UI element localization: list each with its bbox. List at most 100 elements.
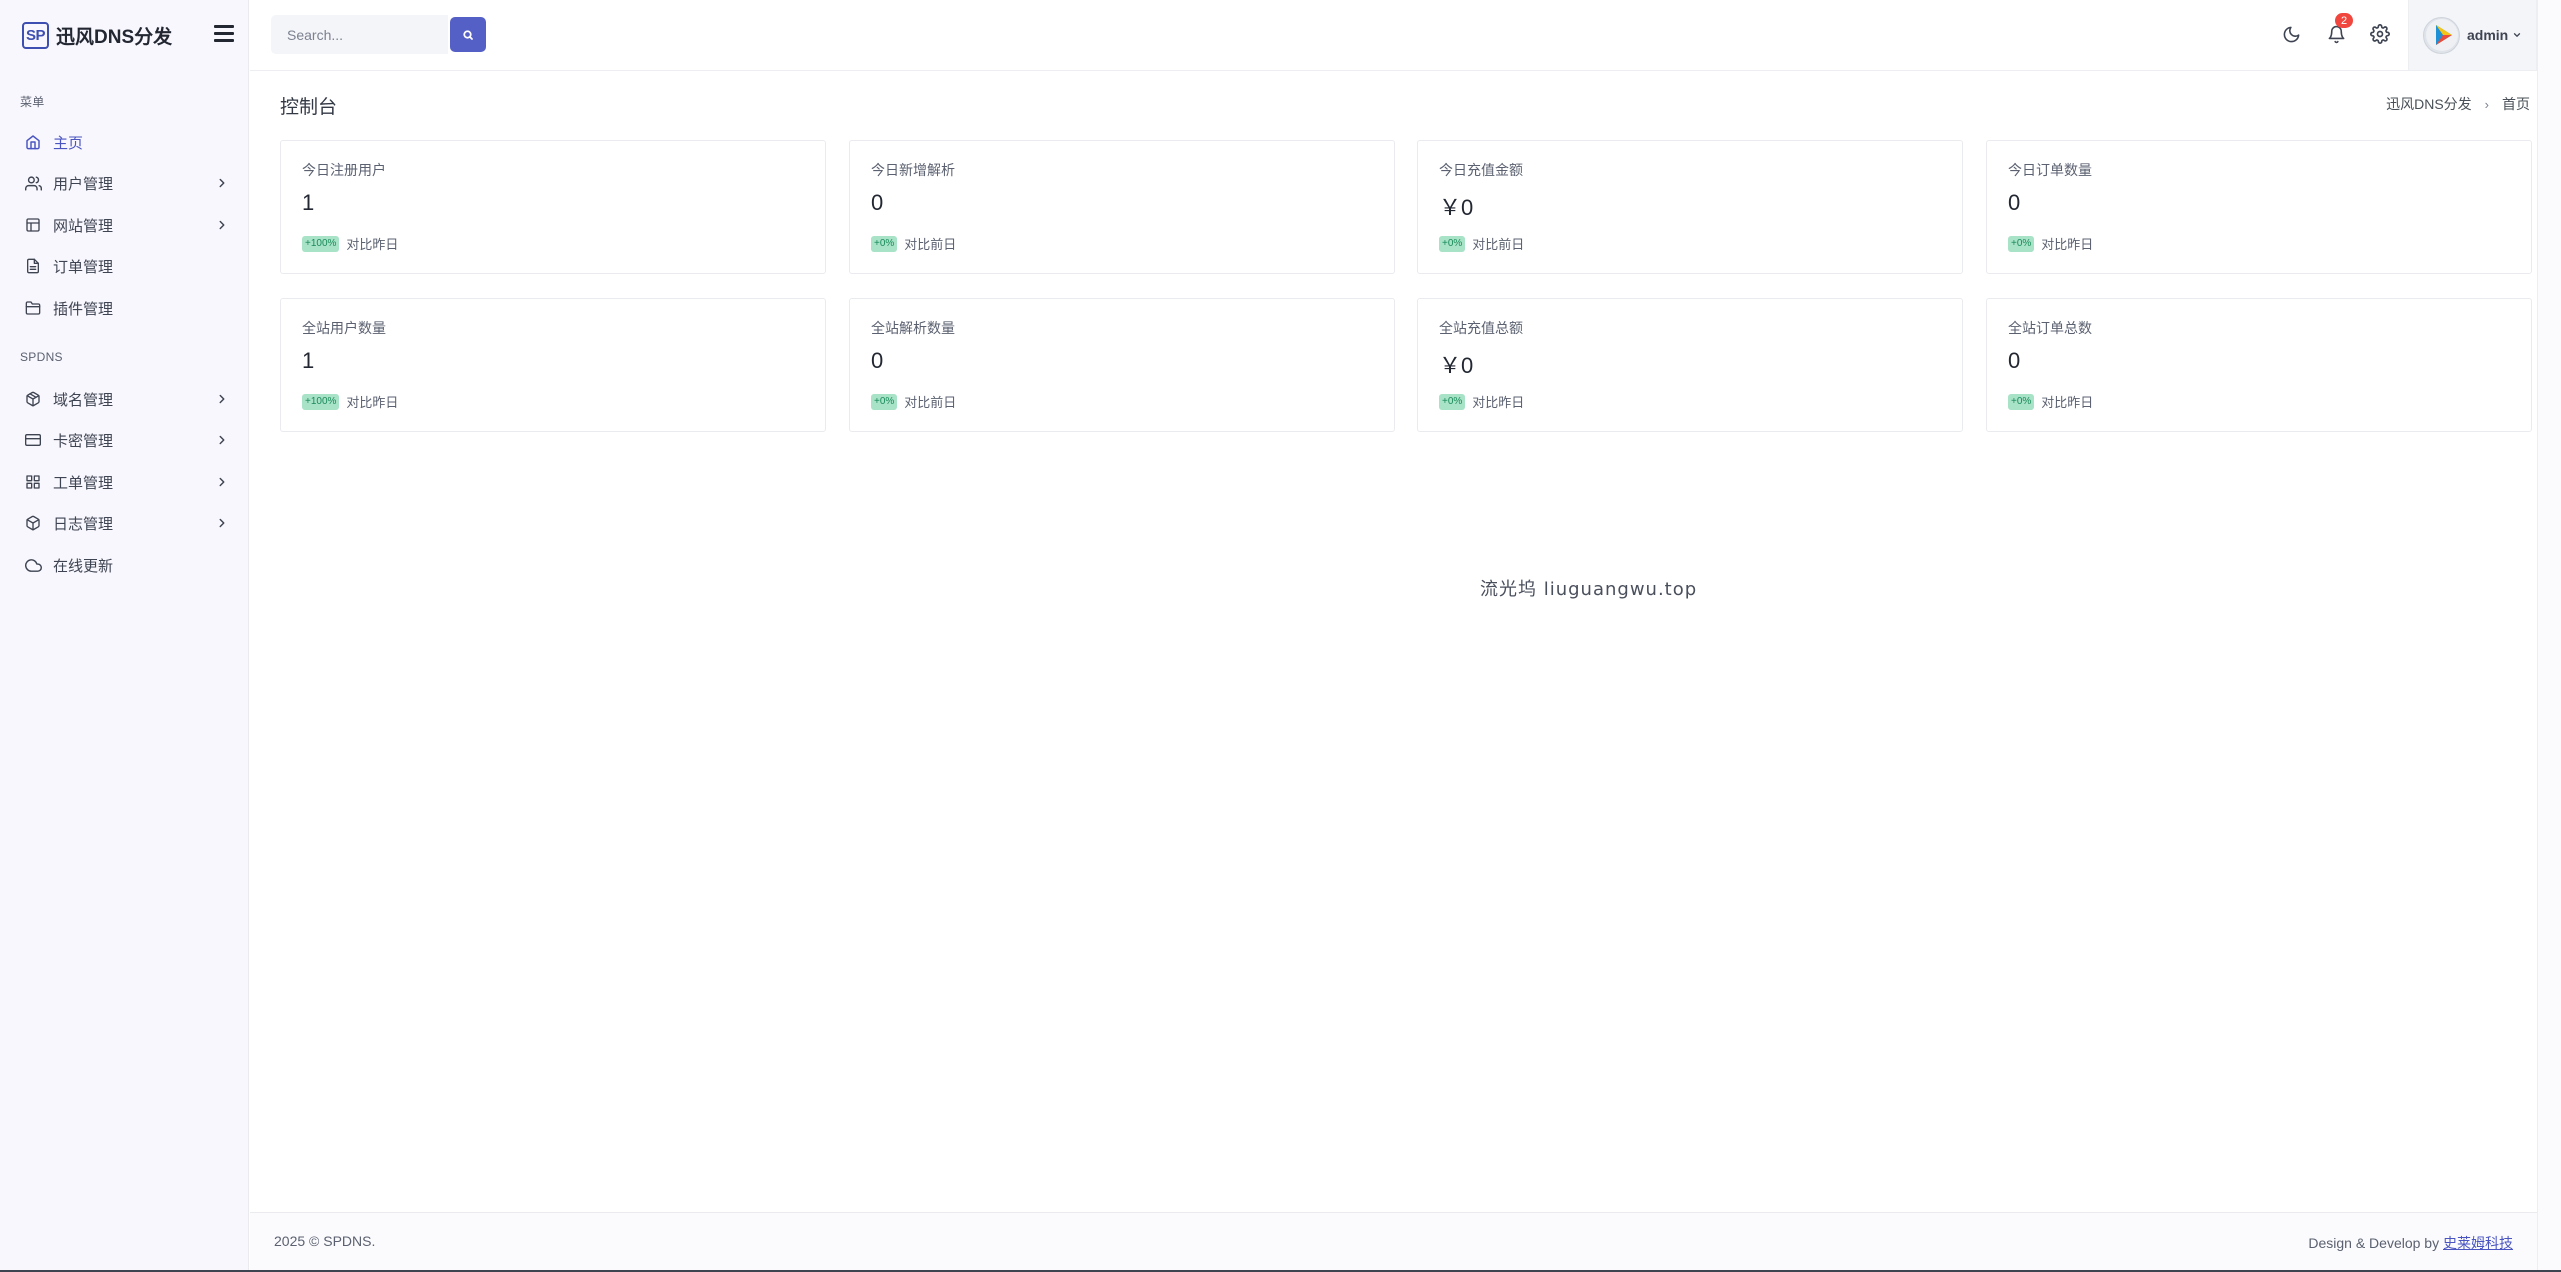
- stat-value: 0: [871, 190, 884, 215]
- user-menu[interactable]: admin: [2408, 0, 2537, 70]
- cloud-icon: [24, 556, 42, 574]
- sidebar-item-update[interactable]: 在线更新: [0, 547, 248, 583]
- folder-icon: [24, 299, 42, 317]
- stat-compare-label: 对比昨日: [2041, 237, 2094, 252]
- sidebar-item-label: 工单管理: [53, 474, 114, 492]
- stat-title: 今日注册用户: [302, 162, 386, 178]
- sidebar-item-logs[interactable]: 日志管理: [0, 505, 248, 541]
- layout-icon: [24, 216, 42, 234]
- stat-card: 全站解析数量 0 +0% 对比前日: [849, 298, 1395, 432]
- file-text-icon: [24, 257, 42, 275]
- stat-compare-label: 对比昨日: [1472, 395, 1525, 410]
- stat-value: ￥0: [1439, 353, 1474, 378]
- stat-title: 全站解析数量: [871, 320, 955, 336]
- settings-button[interactable]: [2368, 22, 2392, 46]
- avatar: [2423, 16, 2460, 54]
- brand[interactable]: SP 迅风DNS分发: [22, 21, 172, 49]
- stat-change-badge: +0%: [871, 235, 898, 252]
- stat-card: 今日新增解析 0 +0% 对比前日: [849, 140, 1395, 274]
- notification-badge: 2: [2335, 13, 2353, 28]
- stat-value: 0: [2008, 348, 2021, 373]
- sidebar-item-label: 插件管理: [53, 300, 114, 318]
- stat-value: 1: [302, 190, 315, 215]
- stat-title: 全站充值总额: [1439, 320, 1523, 336]
- sidebar-item-label: 订单管理: [53, 258, 114, 276]
- sidebar-item-label: 日志管理: [53, 515, 114, 533]
- credit-card-icon: [24, 431, 42, 449]
- breadcrumb-item[interactable]: 迅风DNS分发: [2386, 94, 2472, 114]
- chevron-right-icon: [219, 178, 225, 188]
- stat-value: 0: [2008, 190, 2021, 215]
- sidebar-item-home[interactable]: 主页: [0, 124, 248, 160]
- gear-icon: [2370, 24, 2390, 44]
- stat-compare-label: 对比昨日: [2041, 395, 2094, 410]
- breadcrumb-current: 首页: [2502, 96, 2530, 112]
- stat-value: 0: [871, 348, 884, 373]
- home-icon: [24, 133, 42, 151]
- stat-compare-label: 对比昨日: [346, 395, 399, 410]
- footer-credits-prefix: Design & Develop by: [2308, 1235, 2443, 1251]
- brand-logo: SP: [22, 21, 49, 49]
- users-icon: [24, 174, 42, 192]
- stat-title: 全站订单总数: [2008, 320, 2092, 336]
- breadcrumb: 迅风DNS分发 › 首页: [2386, 94, 2530, 114]
- stat-card: 全站用户数量 1 +100% 对比昨日: [280, 298, 826, 432]
- stat-card: 全站充值总额 ￥0 +0% 对比昨日: [1417, 298, 1963, 432]
- menu-toggle-icon[interactable]: [214, 25, 234, 43]
- stat-title: 今日充值金额: [1439, 162, 1523, 178]
- sidebar-item-domains[interactable]: 域名管理: [0, 381, 248, 417]
- stat-compare-label: 对比前日: [1472, 237, 1525, 252]
- sidebar-item-label: 网站管理: [53, 217, 114, 235]
- brand-name: 迅风DNS分发: [56, 26, 173, 48]
- footer: 2025 © SPDNS. Design & Develop by 史莱姆科技: [250, 1212, 2537, 1270]
- menu-section-title: SPDNS: [20, 350, 63, 364]
- box-icon: [24, 514, 42, 532]
- search-input[interactable]: [271, 15, 448, 54]
- user-name: admin: [2467, 27, 2509, 43]
- dark-mode-toggle[interactable]: [2279, 22, 2303, 46]
- stat-card: 今日订单数量 0 +0% 对比昨日: [1986, 140, 2532, 274]
- chevron-down-icon: [2514, 33, 2521, 37]
- sidebar-item-label: 域名管理: [53, 391, 114, 409]
- stat-value: ￥0: [1439, 195, 1474, 220]
- stat-change-badge: +0%: [1439, 235, 1466, 252]
- sidebar-item-cards[interactable]: 卡密管理: [0, 422, 248, 458]
- footer-copyright: 2025 © SPDNS.: [274, 1233, 376, 1249]
- package-icon: [24, 390, 42, 408]
- sidebar-item-sites[interactable]: 网站管理: [0, 207, 248, 243]
- sidebar-item-plugins[interactable]: 插件管理: [0, 290, 248, 326]
- sidebar-item-label: 卡密管理: [53, 432, 114, 450]
- chevron-right-icon: [219, 394, 225, 404]
- stat-change-badge: +100%: [302, 235, 340, 252]
- sidebar-item-label: 主页: [53, 134, 84, 152]
- chevron-right-icon: [219, 518, 225, 528]
- stat-value: 1: [302, 348, 315, 373]
- stat-title: 今日订单数量: [2008, 162, 2092, 178]
- sidebar: SP 迅风DNS分发 菜单 主页 用户管理 网站管理 订单管理 插件管理 SPD…: [0, 0, 249, 1270]
- stat-change-badge: +100%: [302, 393, 340, 410]
- watermark-text: 流光坞 liuguangwu.top: [1480, 579, 1698, 600]
- chevron-right-icon: [219, 435, 225, 445]
- sidebar-item-orders[interactable]: 订单管理: [0, 248, 248, 284]
- stat-compare-label: 对比前日: [904, 237, 957, 252]
- sidebar-item-users[interactable]: 用户管理: [0, 165, 248, 201]
- chevron-right-icon: [219, 477, 225, 487]
- chevron-right-icon: ›: [2484, 96, 2489, 112]
- sidebar-item-label: 在线更新: [53, 557, 114, 575]
- footer-credits: Design & Develop by 史莱姆科技: [2308, 1233, 2513, 1253]
- sidebar-item-label: 用户管理: [53, 175, 114, 193]
- stat-compare-label: 对比前日: [904, 395, 957, 410]
- stat-title: 全站用户数量: [302, 320, 386, 336]
- stat-card: 全站订单总数 0 +0% 对比昨日: [1986, 298, 2532, 432]
- sidebar-item-tickets[interactable]: 工单管理: [0, 464, 248, 500]
- stat-change-badge: +0%: [2008, 393, 2035, 410]
- search-button[interactable]: [450, 17, 486, 52]
- page-title: 控制台: [280, 97, 338, 118]
- stat-change-badge: +0%: [2008, 235, 2035, 252]
- stat-title: 今日新增解析: [871, 162, 955, 178]
- stat-card: 今日注册用户 1 +100% 对比昨日: [280, 140, 826, 274]
- footer-developer-link[interactable]: 史莱姆科技: [2443, 1235, 2513, 1251]
- stat-card: 今日充值金额 ￥0 +0% 对比前日: [1417, 140, 1963, 274]
- chevron-right-icon: [219, 220, 225, 230]
- scrollbar-track[interactable]: [2537, 0, 2561, 1270]
